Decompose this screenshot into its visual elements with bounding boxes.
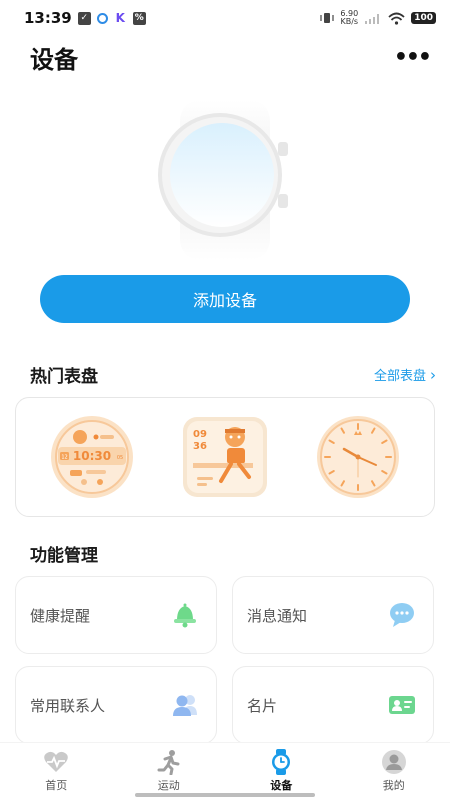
watch-faces-card: 12 10:30 05 09 36	[15, 397, 435, 517]
contacts-card[interactable]: 常用联系人	[15, 666, 217, 744]
face-minute-text: 36	[193, 441, 207, 452]
feature-label: 名片	[247, 696, 278, 715]
nav-item-device[interactable]: 设备	[241, 749, 321, 793]
heartbeat-icon	[43, 749, 69, 775]
vibrate-icon	[320, 13, 334, 23]
page-title: 设备	[30, 45, 78, 74]
k-app-icon: K	[113, 11, 127, 25]
nav-label: 设备	[270, 779, 293, 792]
bell-icon	[170, 600, 200, 630]
running-icon	[156, 749, 182, 775]
feature-label: 健康提醒	[30, 606, 91, 625]
all-watch-faces-label: 全部表盘	[373, 369, 426, 384]
feature-label: 常用联系人	[30, 696, 106, 715]
home-indicator[interactable]	[135, 793, 315, 797]
watch-icon	[268, 749, 294, 775]
analog-face-graphic	[316, 416, 399, 498]
face-date-text: 12	[62, 455, 68, 461]
runner-face-graphic: 09 36	[182, 417, 267, 497]
watch-illustration	[158, 100, 288, 260]
watch-face-analog[interactable]	[308, 415, 408, 499]
message-notification-card[interactable]: 消息通知	[232, 576, 434, 654]
bottom-nav: 首页 运动 设备 我的	[0, 742, 450, 800]
browser-icon	[96, 12, 108, 24]
features-title: 功能管理	[30, 546, 98, 566]
feature-label: 消息通知	[247, 606, 308, 625]
status-right: 6.90 KB/s 100	[320, 10, 436, 26]
phone-app-icon: %	[132, 11, 146, 25]
contacts-icon	[170, 690, 200, 720]
card-icon	[387, 690, 417, 720]
business-card-card[interactable]: 名片	[232, 666, 434, 744]
signal-icon	[365, 14, 380, 24]
watch-face-runner[interactable]: 09 36	[175, 415, 275, 499]
nav-label: 首页	[45, 779, 68, 792]
add-device-button[interactable]: 添加设备	[40, 275, 410, 323]
message-icon: ✓	[77, 11, 91, 25]
watch-face-data[interactable]: 12 10:30 05	[42, 415, 142, 499]
features-header: 功能管理	[30, 541, 436, 566]
chat-bubble-icon	[387, 600, 417, 630]
health-reminder-card[interactable]: 健康提醒	[15, 576, 217, 654]
more-options-button[interactable]: •••	[394, 45, 432, 70]
watch-faces-header: 热门表盘 全部表盘 ›	[30, 362, 436, 388]
wifi-icon	[388, 12, 405, 25]
profile-icon	[381, 749, 407, 775]
data-face-graphic: 12 10:30 05	[51, 416, 134, 498]
net-speed: 6.90 KB/s	[340, 10, 358, 26]
nav-item-profile[interactable]: 我的	[354, 749, 434, 793]
nav-label: 运动	[157, 779, 180, 792]
status-time: 13:39	[24, 9, 72, 27]
battery-icon: 100	[411, 12, 436, 24]
nav-item-home[interactable]: 首页	[16, 749, 96, 793]
header: 设备 •••	[0, 36, 450, 78]
face-hour-text: 09	[193, 429, 207, 440]
net-speed-unit: KB/s	[340, 17, 359, 26]
chevron-right-icon: ›	[430, 365, 436, 384]
face-day-text: 05	[117, 455, 123, 461]
all-watch-faces-link[interactable]: 全部表盘 ›	[373, 365, 436, 385]
nav-item-sport[interactable]: 运动	[129, 749, 209, 793]
nav-label: 我的	[382, 779, 405, 792]
watch-faces-title: 热门表盘	[30, 367, 98, 387]
face-time-text: 10:30	[73, 449, 111, 463]
status-left: 13:39 ✓ K %	[24, 9, 146, 27]
status-bar: 13:39 ✓ K % 6.90 KB/s 100	[0, 0, 450, 36]
